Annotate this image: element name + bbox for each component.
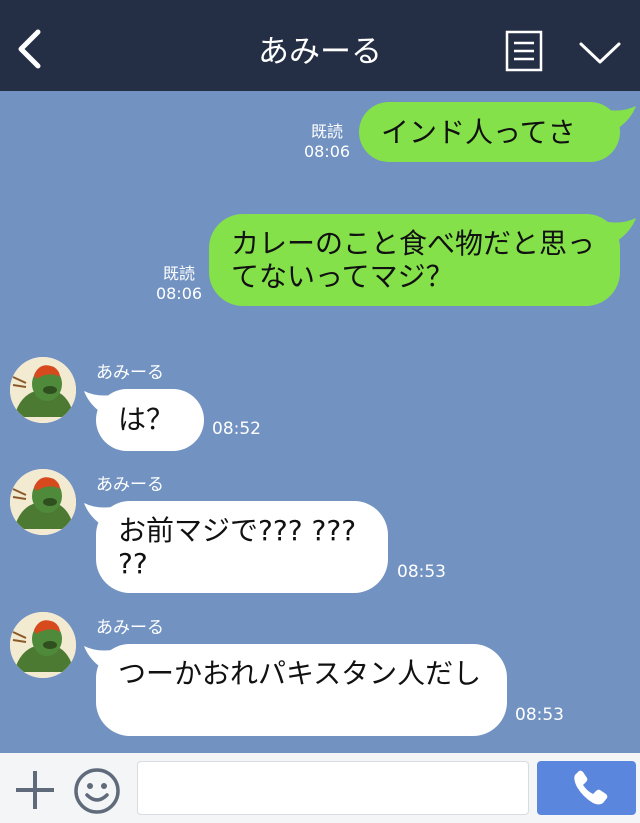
smiley-icon <box>74 768 120 814</box>
sender-name: あみーる <box>96 475 164 495</box>
collapse-button[interactable] <box>576 36 624 68</box>
chevron-down-icon <box>579 42 621 64</box>
message-text: カレーのこと食べ物だと思ってないってマジ？ <box>231 227 596 293</box>
notes-menu-button[interactable] <box>505 30 543 72</box>
avatar-image <box>10 357 76 423</box>
chat-title: あみーる <box>258 34 382 70</box>
message-bubble-received[interactable]: つーかおれパキスタン人だし <box>96 644 507 736</box>
message-bubble-sent[interactable]: インド人ってさ <box>359 102 620 162</box>
avatar[interactable] <box>10 357 76 423</box>
message-text: は？ <box>118 403 175 436</box>
read-status: 既読 08:06 <box>152 264 206 304</box>
add-attachment-button[interactable] <box>14 769 56 811</box>
avatar[interactable] <box>10 469 76 535</box>
plus-icon <box>16 771 54 809</box>
message-bubble-received[interactable]: は？ <box>96 389 204 451</box>
message-text: インド人ってさ <box>381 116 576 149</box>
read-status: 既読 08:06 <box>300 122 354 162</box>
message-text: お前マジで??? ??? ?? <box>118 514 357 580</box>
message-bubble-received[interactable]: お前マジで??? ??? ?? <box>96 501 388 593</box>
message-time: 08:53 <box>397 562 446 582</box>
read-label: 既読 <box>310 122 343 141</box>
emoji-button[interactable] <box>73 767 121 815</box>
message-input[interactable] <box>137 761 529 815</box>
message-time: 08:52 <box>212 419 261 439</box>
input-bar <box>0 753 640 823</box>
message-text: つーかおれパキスタン人だし <box>118 657 482 690</box>
avatar-image <box>10 612 76 678</box>
chat-header: あみーる <box>0 0 640 91</box>
read-label: 既読 <box>162 264 195 283</box>
call-button[interactable] <box>537 761 636 815</box>
notes-menu-icon <box>505 30 543 72</box>
message-bubble-sent[interactable]: カレーのこと食べ物だと思ってないってマジ？ <box>209 214 620 306</box>
avatar[interactable] <box>10 612 76 678</box>
message-time: 08:06 <box>303 142 351 161</box>
sender-name: あみーる <box>96 618 164 638</box>
message-time: 08:06 <box>155 284 203 303</box>
chat-area[interactable]: 既読 08:06 インド人ってさ 既読 08:06 カレーのこと食べ物だと思って… <box>0 91 640 753</box>
sender-name: あみーる <box>96 363 164 383</box>
phone-icon <box>574 770 608 805</box>
message-time: 08:53 <box>515 705 564 725</box>
avatar-image <box>10 469 76 535</box>
